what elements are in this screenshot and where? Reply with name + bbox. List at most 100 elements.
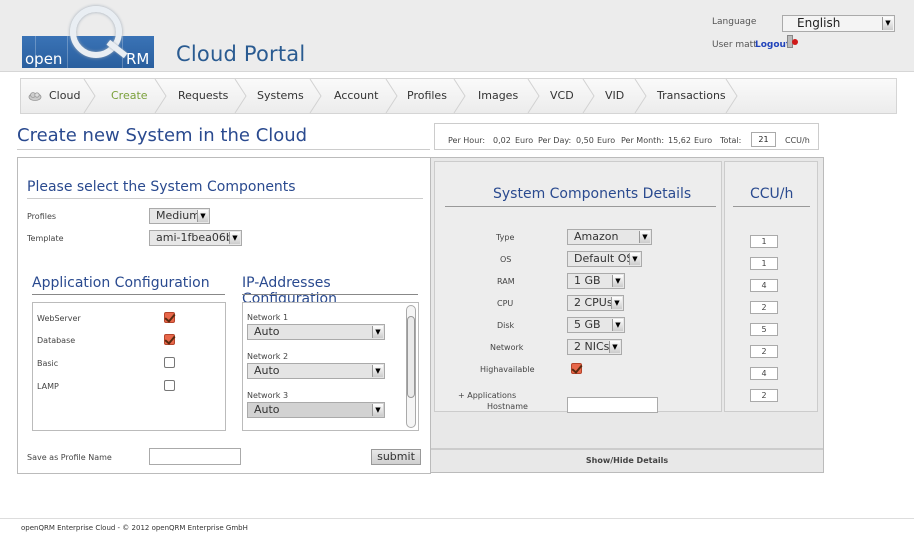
webserver-checkbox[interactable]	[164, 312, 175, 323]
ccu-divider	[733, 206, 810, 207]
network-label: Network 2	[247, 352, 289, 361]
components-divider	[27, 198, 423, 199]
nav-separator	[527, 79, 540, 113]
app-item-label: WebServer	[37, 314, 81, 323]
nav-separator	[309, 79, 322, 113]
ccu-cpu: 2	[750, 301, 778, 314]
basic-checkbox[interactable]	[164, 357, 175, 368]
os-value: Default OS	[574, 252, 634, 265]
title-divider	[17, 149, 430, 150]
lamp-checkbox[interactable]	[164, 380, 175, 391]
nav-profiles[interactable]: Profiles	[407, 79, 447, 113]
save-profile-label: Save as Profile Name	[27, 453, 112, 462]
profiles-label: Profiles	[27, 212, 57, 221]
user-label: User matt	[712, 40, 757, 50]
chevron-down-icon: ▼	[611, 297, 622, 309]
system-components-panel: Please select the System Components Prof…	[17, 157, 431, 474]
nav-requests[interactable]: Requests	[178, 79, 228, 113]
total-unit: CCU/h	[785, 136, 810, 145]
nav-systems[interactable]: Systems	[257, 79, 304, 113]
nav-create[interactable]: Create	[111, 79, 148, 113]
page-title: Create new System in the Cloud	[17, 125, 308, 146]
ip-list-scrollbar[interactable]	[406, 305, 416, 428]
database-checkbox[interactable]	[164, 334, 175, 345]
submit-button[interactable]: submit	[371, 449, 421, 465]
nav-separator	[725, 79, 738, 113]
chevron-down-icon: ▼	[229, 232, 240, 244]
network-label: Network	[490, 343, 524, 352]
disk-label: Disk	[497, 321, 515, 330]
app-config-divider	[32, 294, 225, 295]
nav-separator	[582, 79, 595, 113]
highavailable-checkbox[interactable]	[571, 363, 582, 374]
ccu-heading: CCU/h	[750, 186, 794, 202]
network-select[interactable]: 2 NICs ▼	[567, 339, 622, 355]
scrollbar-thumb[interactable]	[407, 316, 415, 398]
show-hide-details-button[interactable]: Show/Hide Details	[431, 448, 823, 472]
nav-account[interactable]: Account	[334, 79, 378, 113]
details-column: System Components Details Type Amazon ▼ …	[434, 161, 722, 413]
portal-title: Cloud Portal	[176, 42, 306, 66]
nav-cloud[interactable]: Cloud	[49, 79, 80, 113]
network-1-value: Auto	[254, 325, 280, 338]
disk-value: 5 GB	[574, 318, 601, 331]
network-2-select[interactable]: Auto ▼	[247, 363, 385, 379]
nav-images[interactable]: Images	[478, 79, 518, 113]
nav-transactions[interactable]: Transactions	[657, 79, 726, 113]
profiles-select[interactable]: Medium ▼	[149, 208, 210, 224]
hostname-input[interactable]	[567, 397, 658, 413]
openqrm-logo[interactable]: open RM	[22, 6, 154, 68]
nav-vcd[interactable]: VCD	[550, 79, 574, 113]
profiles-value: Medium	[156, 209, 200, 222]
app-config-list: WebServer Database Basic LAMP	[32, 302, 226, 431]
ccu-ram: 4	[750, 279, 778, 292]
network-1-select[interactable]: Auto ▼	[247, 324, 385, 340]
nav-separator	[634, 79, 647, 113]
network-3-select[interactable]: Auto ▼	[247, 402, 385, 418]
total-label: Total:	[720, 136, 742, 145]
chevron-down-icon: ▼	[639, 231, 650, 243]
per-hour-label: Per Hour:	[448, 136, 486, 145]
nav-vid[interactable]: VID	[605, 79, 624, 113]
template-value: ami-1fbea06b	[156, 231, 233, 244]
language-select[interactable]: English ▼	[782, 15, 895, 32]
header: open RM Cloud Portal Language English ▼ …	[0, 0, 914, 72]
cpu-select[interactable]: 2 CPUs ▼	[567, 295, 624, 311]
chevron-down-icon: ▼	[372, 365, 383, 377]
logout-door-icon[interactable]	[786, 35, 799, 48]
per-month-currency: Euro	[694, 136, 713, 145]
logo-text-rm: RM	[126, 50, 150, 68]
per-month-value: 15,62	[668, 136, 691, 145]
ip-config-divider	[242, 294, 418, 295]
details-divider	[445, 206, 716, 207]
ccu-type: 1	[750, 235, 778, 248]
type-select[interactable]: Amazon ▼	[567, 229, 652, 245]
applications-label: + Applications	[458, 391, 517, 400]
profile-name-input[interactable]	[149, 448, 241, 465]
app-item-label: Database	[37, 336, 76, 345]
network-value: 2 NICs	[574, 340, 610, 353]
ccu-applications: 2	[750, 389, 778, 402]
network-label: Network 3	[247, 391, 289, 400]
highavailable-label: Highavailable	[480, 365, 535, 374]
ccu-network: 2	[750, 345, 778, 358]
os-select[interactable]: Default OS ▼	[567, 251, 642, 267]
chevron-down-icon: ▼	[197, 210, 208, 222]
disk-select[interactable]: 5 GB ▼	[567, 317, 625, 333]
nav-separator	[154, 79, 167, 113]
template-select[interactable]: ami-1fbea06b ▼	[149, 230, 242, 246]
os-label: OS	[500, 255, 512, 264]
components-heading: Please select the System Components	[27, 179, 296, 195]
chevron-down-icon: ▼	[372, 404, 383, 416]
type-label: Type	[496, 233, 515, 242]
ram-value: 1 GB	[574, 274, 601, 287]
app-item-label: Basic	[37, 359, 59, 368]
chevron-down-icon: ▼	[882, 17, 893, 30]
logout-link[interactable]: Logout	[755, 40, 790, 50]
hostname-label: Hostname	[487, 402, 528, 411]
language-value: English	[797, 16, 841, 30]
chevron-down-icon: ▼	[612, 275, 623, 287]
type-value: Amazon	[574, 230, 619, 243]
ram-select[interactable]: 1 GB ▼	[567, 273, 625, 289]
cpu-value: 2 CPUs	[574, 296, 613, 309]
